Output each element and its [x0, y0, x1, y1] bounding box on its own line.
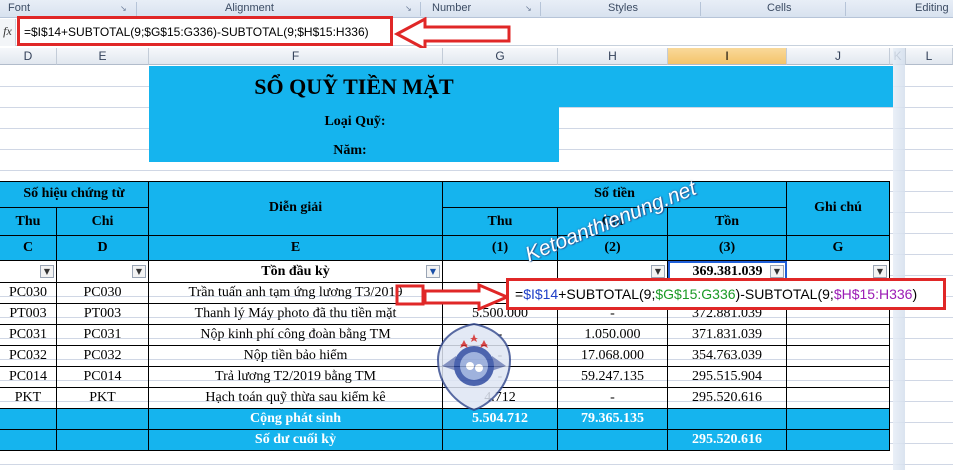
- year-label: Năm:: [333, 143, 367, 158]
- payment-voucher-cell[interactable]: PC032: [57, 346, 149, 367]
- callout-fn1: +SUBTOTAL(9;: [558, 286, 656, 302]
- code-c: C: [0, 236, 57, 261]
- note-cell[interactable]: [787, 346, 890, 367]
- receipt-voucher-cell[interactable]: PC031: [0, 325, 57, 346]
- vertical-scrollbar[interactable]: [893, 48, 905, 470]
- totals-label: Cộng phát sinh: [149, 409, 443, 430]
- payment-voucher-cell[interactable]: PC014: [57, 367, 149, 388]
- column-header-l[interactable]: L: [906, 48, 953, 65]
- amount-out-cell[interactable]: 59.247.135: [558, 367, 668, 388]
- filter-dropdown-icon[interactable]: ▼: [873, 265, 887, 278]
- closing-balance-value[interactable]: 295.520.616: [668, 430, 787, 451]
- filter-dropdown-icon[interactable]: ▼: [40, 265, 54, 278]
- note-cell[interactable]: [787, 388, 890, 409]
- code-g: G: [787, 236, 890, 261]
- insert-function-icon[interactable]: fx: [0, 19, 16, 46]
- payment-voucher-cell[interactable]: PC030: [57, 283, 149, 304]
- payment-voucher-cell[interactable]: PKT: [57, 388, 149, 409]
- code-d: D: [57, 236, 149, 261]
- payment-voucher-cell[interactable]: PT003: [57, 304, 149, 325]
- balance-cell[interactable]: 371.831.039: [668, 325, 787, 346]
- receipt-voucher-cell[interactable]: PC014: [0, 367, 57, 388]
- alignment-dialog-launcher-icon[interactable]: ↘: [405, 4, 412, 13]
- column-header-i[interactable]: I: [668, 48, 787, 65]
- code-e: E: [149, 236, 443, 261]
- receipt-voucher-cell[interactable]: PT003: [0, 304, 57, 325]
- column-header-g[interactable]: G: [443, 48, 558, 65]
- receipt-voucher-cell[interactable]: PC032: [0, 346, 57, 367]
- column-header-d[interactable]: D: [0, 48, 57, 65]
- filter-dropdown-icon[interactable]: ▼: [132, 265, 146, 278]
- filter-dropdown-icon[interactable]: ▼: [770, 265, 784, 278]
- voucher-number-header: Số hiệu chứng từ: [0, 181, 149, 208]
- payment-voucher-cell[interactable]: PC031: [57, 325, 149, 346]
- filter-active-icon[interactable]: ▼: [426, 265, 440, 278]
- description-header: Diễn giải: [149, 181, 443, 236]
- ribbon-editing-label[interactable]: Editing: [915, 2, 949, 14]
- totals-out-value[interactable]: 79.365.135: [558, 409, 668, 430]
- number-dialog-launcher-icon[interactable]: ↘: [525, 4, 532, 13]
- formula-callout[interactable]: =$I$14+SUBTOTAL(9;$G$15:G336)-SUBTOTAL(9…: [506, 278, 946, 310]
- voucher-payment-header: Chi: [57, 208, 149, 236]
- voucher-receipt-header: Thu: [0, 208, 57, 236]
- ribbon-styles-label[interactable]: Styles: [608, 2, 638, 14]
- code-3: (3): [668, 236, 787, 261]
- amount-header: Số tiền: [443, 181, 787, 208]
- closing-balance-label: Số dư cuối kỳ: [149, 430, 443, 451]
- description-cell[interactable]: Nộp kinh phí công đoàn bằng TM: [149, 325, 443, 346]
- balance-cell[interactable]: 295.520.616: [668, 388, 787, 409]
- formula-arrow-icon: [393, 17, 511, 51]
- column-header-j[interactable]: J: [787, 48, 890, 65]
- column-header-e[interactable]: E: [57, 48, 149, 65]
- sheet-title: SỔ QUỸ TIỀN MẶT: [149, 66, 559, 107]
- callout-ref-i14: $I$14: [523, 286, 559, 302]
- description-cell[interactable]: Hạch toán quỹ thừa sau kiểm kê: [149, 388, 443, 409]
- amount-out-cell[interactable]: -: [558, 388, 668, 409]
- ribbon-number-label[interactable]: Number: [432, 2, 471, 14]
- note-cell[interactable]: [787, 367, 890, 388]
- filter-dropdown-icon[interactable]: ▼: [651, 265, 665, 278]
- callout-equals: =: [515, 286, 524, 302]
- receipt-voucher-cell[interactable]: PKT: [0, 388, 57, 409]
- ribbon-cells-label[interactable]: Cells: [767, 2, 791, 14]
- ribbon-alignment-label[interactable]: Alignment: [225, 2, 274, 14]
- description-cell[interactable]: Trả lương T2/2019 bằng TM: [149, 367, 443, 388]
- title-band-right: [559, 66, 893, 107]
- fund-type-label: Loại Quỹ:: [324, 114, 386, 129]
- column-header-h[interactable]: H: [558, 48, 668, 65]
- opening-balance-label: Tồn đầu kỳ: [149, 261, 443, 283]
- callout-fn2: )-SUBTOTAL(9;: [735, 286, 834, 302]
- amount-in-header: Thu: [443, 208, 558, 236]
- font-dialog-launcher-icon[interactable]: ↘: [120, 4, 127, 13]
- note-header: Ghi chú: [787, 181, 890, 236]
- amount-out-cell[interactable]: 1.050.000: [558, 325, 668, 346]
- amount-out-cell[interactable]: 17.068.000: [558, 346, 668, 367]
- formula-highlight-box: [17, 16, 393, 46]
- callout-close: ): [912, 286, 918, 302]
- callout-ref-g-range: $G$15:G336: [655, 286, 736, 302]
- callout-arrow-icon: [395, 282, 511, 312]
- column-header-f[interactable]: F: [149, 48, 443, 65]
- company-logo-icon: [436, 322, 512, 412]
- note-cell[interactable]: [787, 325, 890, 346]
- balance-cell[interactable]: 354.763.039: [668, 346, 787, 367]
- ribbon-font-label[interactable]: Font: [8, 2, 30, 14]
- description-cell[interactable]: Nộp tiền bảo hiểm: [149, 346, 443, 367]
- totals-in-value[interactable]: 5.504.712: [443, 409, 558, 430]
- balance-cell[interactable]: 295.515.904: [668, 367, 787, 388]
- callout-ref-h-range: $H$15:H336: [833, 286, 913, 302]
- receipt-voucher-cell[interactable]: PC030: [0, 283, 57, 304]
- balance-header: Tồn: [668, 208, 787, 236]
